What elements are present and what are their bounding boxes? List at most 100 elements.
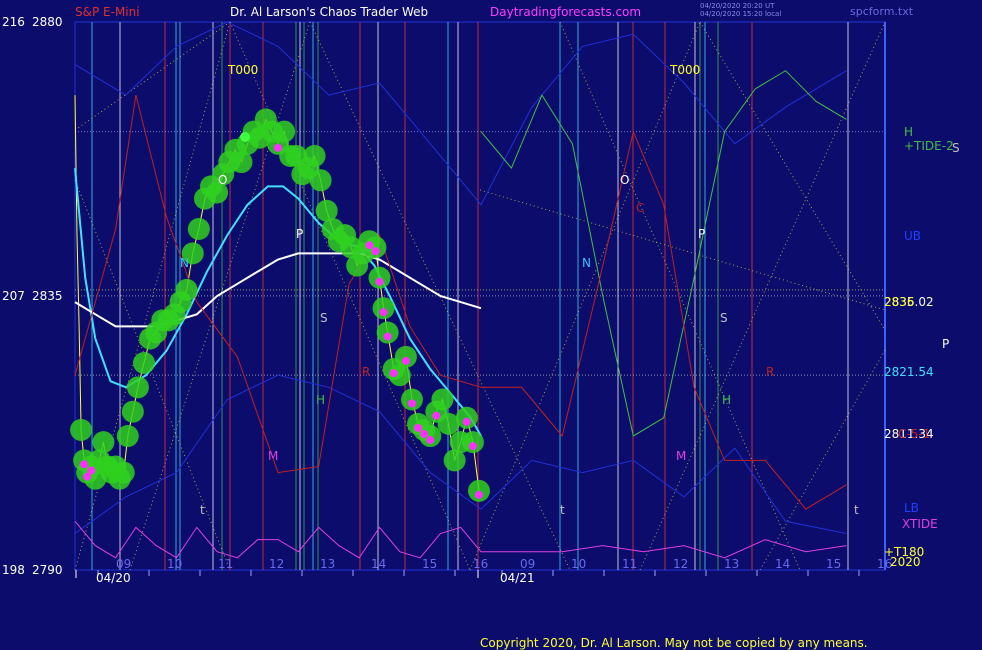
x-date-label: 04/21 bbox=[500, 571, 535, 585]
energy-glow-point bbox=[70, 418, 93, 441]
diagonal-line bbox=[229, 21, 471, 571]
signal-dot bbox=[462, 417, 471, 426]
event-label: t bbox=[560, 503, 565, 517]
energy-glow-point bbox=[303, 144, 326, 167]
site-url-link[interactable]: Daytradingforecasts.com bbox=[490, 5, 641, 19]
right-axis-label: XTIDE bbox=[902, 517, 938, 531]
energy-glow-point bbox=[116, 425, 139, 448]
signal-dot bbox=[383, 332, 392, 341]
energy-glow-point bbox=[133, 351, 156, 374]
x-tick-hour: 14 bbox=[371, 557, 386, 571]
diagonal-line bbox=[74, 179, 231, 571]
x-tick-hour: 15 bbox=[422, 557, 437, 571]
right-axis-label: C-5-1 bbox=[898, 427, 930, 441]
x-tick-hour: 11 bbox=[218, 557, 233, 571]
x-tick-hour: 16 bbox=[473, 557, 488, 571]
timestamp-local: 04/20/2020 15:20 local bbox=[700, 10, 782, 18]
y-tick-price: 2790 bbox=[32, 563, 63, 577]
right-axis-label: S bbox=[952, 141, 960, 155]
event-label: C bbox=[636, 201, 644, 215]
energy-glow-point bbox=[273, 120, 296, 143]
copyright-notice: Copyright 2020, Dr. Al Larson. May not b… bbox=[480, 636, 868, 650]
price-marks bbox=[70, 108, 490, 502]
signal-dot bbox=[379, 308, 388, 317]
energy-glow-point bbox=[126, 376, 149, 399]
event-label: S bbox=[720, 311, 728, 325]
x-tick-hour: 09 bbox=[520, 557, 535, 571]
event-label: P bbox=[698, 227, 705, 241]
signal-dot bbox=[426, 436, 435, 445]
signal-dot bbox=[371, 247, 380, 256]
series-xtide-line bbox=[74, 520, 847, 559]
top-marker-dot bbox=[240, 132, 250, 142]
event-label: O bbox=[620, 173, 629, 187]
x-tick-hour: 13 bbox=[724, 557, 739, 571]
diagonal-line bbox=[699, 21, 886, 331]
x-tick-hour: 12 bbox=[269, 557, 284, 571]
energy-glow-point bbox=[187, 218, 210, 241]
signal-dot bbox=[80, 460, 89, 469]
x-tick-hour: 14 bbox=[775, 557, 790, 571]
event-label: O bbox=[218, 173, 227, 187]
event-label: P bbox=[296, 227, 303, 241]
signal-dot bbox=[389, 369, 398, 378]
event-label: S bbox=[320, 311, 328, 325]
signal-dot bbox=[87, 466, 96, 475]
energy-glow-point bbox=[121, 400, 144, 423]
event-label: t bbox=[854, 503, 859, 517]
y-tick-left: 207 bbox=[2, 289, 25, 303]
x-tick-hour: 13 bbox=[320, 557, 335, 571]
signal-dot bbox=[474, 490, 483, 499]
right-axis-label: 2821.54 bbox=[884, 365, 934, 379]
event-label: N bbox=[582, 256, 591, 270]
chart-canvas: 216 2880 207 2835 198 2790 09 10 11 12 13 14 15 16 09 1… bbox=[2, 15, 960, 585]
diagonal-line bbox=[479, 189, 886, 311]
signal-dot bbox=[375, 277, 384, 286]
event-label: N bbox=[180, 256, 189, 270]
x-tick-hour: 10 bbox=[167, 557, 182, 571]
right-axis-label: LB bbox=[904, 501, 919, 515]
event-label: R bbox=[362, 365, 370, 379]
diagonal-line bbox=[74, 21, 231, 131]
y-tick-left: 216 bbox=[2, 15, 25, 29]
energy-glow-point bbox=[431, 388, 454, 411]
right-axis-label: H bbox=[904, 125, 913, 139]
event-label: M bbox=[676, 449, 686, 463]
signal-dot bbox=[407, 399, 416, 408]
energy-glow-point bbox=[175, 278, 198, 301]
timestamp-ut: 04/20/2020 20:20 UT bbox=[700, 2, 775, 10]
signal-dot bbox=[365, 241, 374, 250]
event-label: M bbox=[268, 449, 278, 463]
y-tick-price: 2880 bbox=[32, 15, 63, 29]
upper-band-line bbox=[74, 21, 847, 206]
event-label: R bbox=[766, 365, 774, 379]
energy-glow-point bbox=[92, 431, 115, 454]
y-tick-price: 2835 bbox=[32, 289, 63, 303]
right-axis-label: P bbox=[942, 337, 949, 351]
diagonal-line bbox=[759, 349, 886, 571]
x-tick-hour: 09 bbox=[116, 557, 131, 571]
series--tide-2-line bbox=[480, 70, 847, 437]
energy-glow-point bbox=[112, 461, 135, 484]
right-axis-label: UB bbox=[904, 229, 921, 243]
right-axis-label: +TIDE-2 bbox=[904, 139, 954, 153]
event-label: T000 bbox=[227, 63, 258, 77]
source-file: spcform.txt bbox=[850, 5, 914, 18]
signal-dot bbox=[420, 429, 429, 438]
x-tick-hour: 10 bbox=[571, 557, 586, 571]
event-label: H bbox=[316, 393, 325, 407]
x-tick-hour: 12 bbox=[673, 557, 688, 571]
right-axis-label: 2020 bbox=[890, 555, 921, 569]
x-date-label: 04/20 bbox=[96, 571, 131, 585]
signal-dot bbox=[414, 423, 423, 432]
signal-dot bbox=[432, 411, 441, 420]
symbol-title: S&P E-Mini bbox=[75, 5, 140, 19]
event-label: t bbox=[200, 503, 205, 517]
energy-glow-point bbox=[309, 169, 332, 192]
signal-dot bbox=[274, 143, 282, 152]
event-label: T000 bbox=[669, 63, 700, 77]
event-label: H bbox=[722, 393, 731, 407]
x-tick-hour: 15 bbox=[826, 557, 841, 571]
site-title: Dr. Al Larson's Chaos Trader Web bbox=[230, 5, 429, 19]
signal-dot bbox=[401, 356, 410, 365]
